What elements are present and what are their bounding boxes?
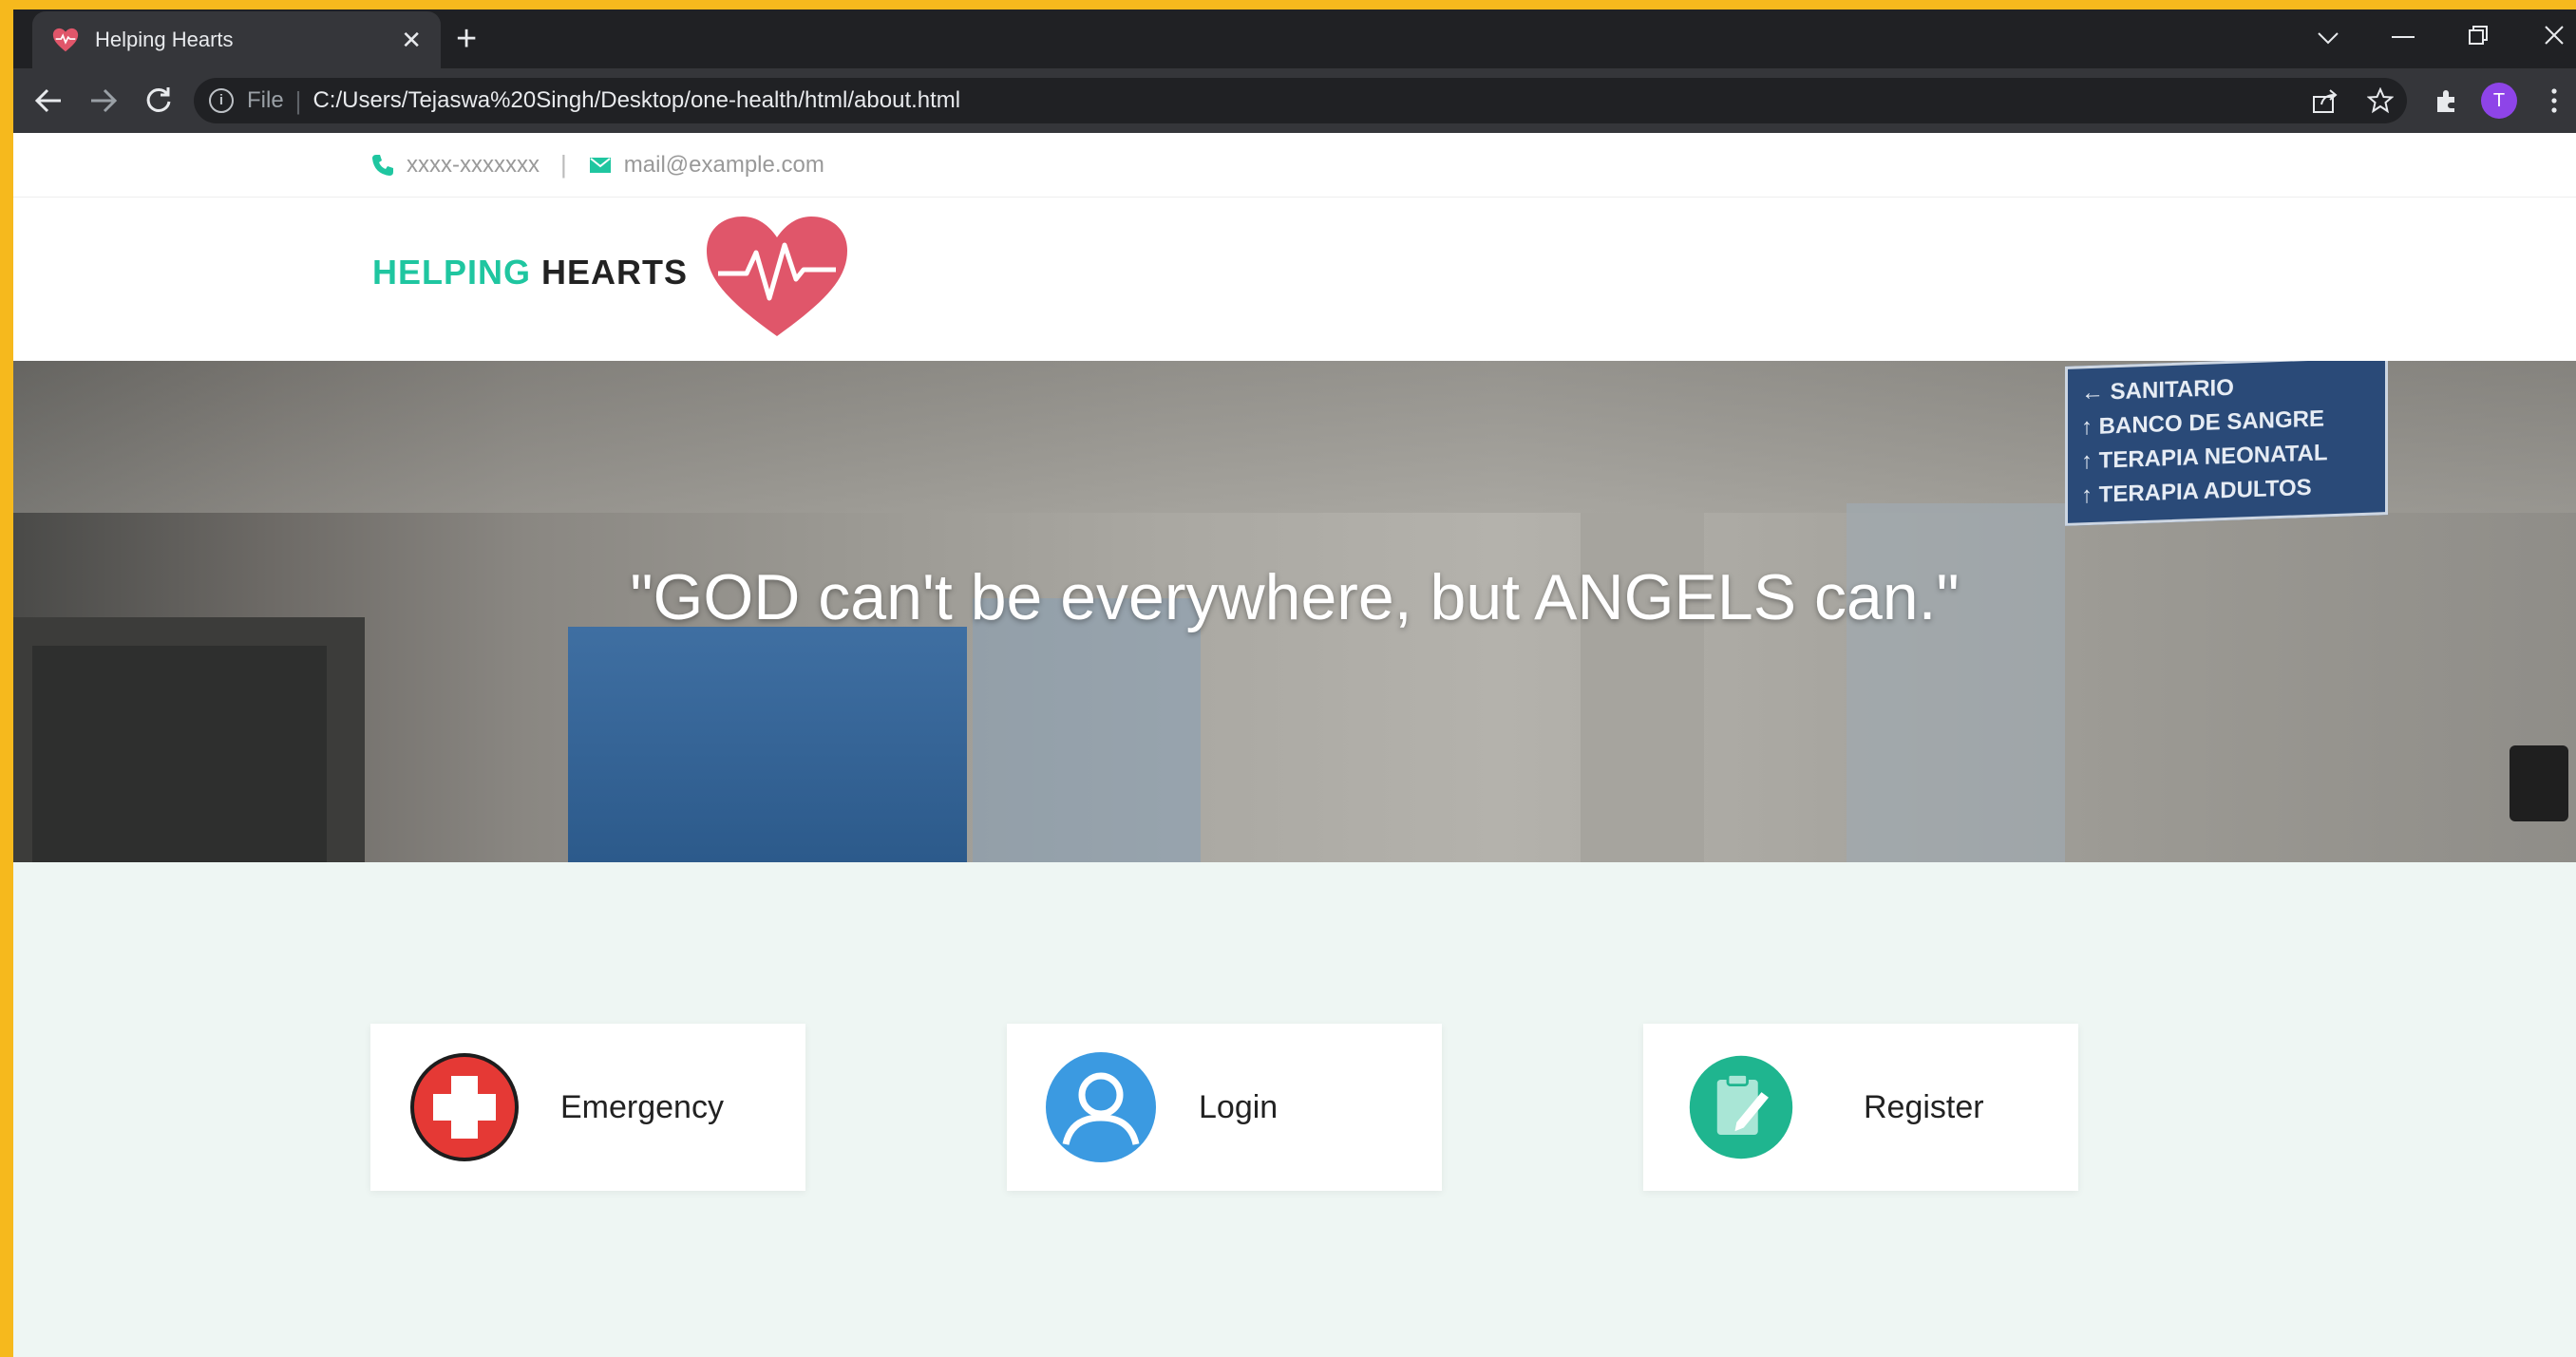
clipboard-edit-icon: [1689, 1055, 1793, 1159]
address-bar[interactable]: i File | C:/Users/Tejaswa%20Singh/Deskto…: [194, 78, 2407, 123]
phone-number[interactable]: xxxx-xxxxxxx: [407, 152, 540, 179]
brand-part-hearts: HEARTS: [531, 253, 689, 292]
brand-part-helping: HELPING: [372, 253, 532, 292]
login-card[interactable]: Login: [1007, 1024, 1442, 1191]
star-icon[interactable]: [2367, 87, 2394, 114]
emergency-cross-icon: [410, 1053, 519, 1161]
tab-close-icon[interactable]: ✕: [401, 28, 422, 52]
hero-window: [1847, 503, 2065, 862]
hero-door-inner: [32, 646, 327, 862]
hero-glass: [973, 598, 1201, 862]
browser-tab[interactable]: Helping Hearts ✕: [32, 11, 441, 68]
extensions-icon[interactable]: [2434, 87, 2460, 114]
hero-quote: "GOD can't be everywhere, but ANGELS can…: [630, 561, 1960, 633]
chevron-down-icon[interactable]: [2316, 28, 2340, 47]
brand-name[interactable]: HELPING HEARTS: [372, 253, 688, 292]
tab-strip: Helping Hearts ✕ +: [13, 9, 2576, 68]
sign-line-text: TERAPIA ADULTOS: [2098, 474, 2312, 508]
register-label: Register: [1864, 1088, 1984, 1125]
tab-title: Helping Hearts: [95, 28, 234, 51]
contact-bar: xxxx-xxxxxxx | mail@example.com: [13, 133, 2576, 198]
url-text[interactable]: C:/Users/Tejaswa%20Singh/Desktop/one-hea…: [313, 87, 960, 114]
profile-avatar[interactable]: T: [2481, 83, 2517, 119]
new-tab-button[interactable]: +: [456, 21, 477, 57]
mail-icon: [589, 157, 611, 173]
contact-separator: |: [560, 150, 567, 179]
heart-favicon-icon: [52, 28, 79, 52]
email-address[interactable]: mail@example.com: [624, 152, 824, 179]
sign-line-text: BANCO DE SANGRE: [2098, 405, 2325, 440]
user-icon: [1046, 1052, 1156, 1162]
menu-icon[interactable]: [2549, 87, 2559, 114]
hospital-sign: ← SANITARIO ↑ BANCO DE SANGRE ↑ TERAPIA …: [2065, 361, 2388, 526]
web-page: xxxx-xxxxxxx | mail@example.com HELPING …: [13, 133, 2576, 1357]
register-card[interactable]: Register: [1643, 1024, 2078, 1191]
share-icon[interactable]: [2312, 89, 2339, 114]
close-icon[interactable]: [2544, 25, 2565, 46]
back-arrow-icon[interactable]: [34, 87, 63, 114]
url-separator: |: [294, 85, 302, 115]
hero-blue-wall: [568, 627, 967, 862]
emergency-card[interactable]: Emergency: [370, 1024, 805, 1191]
info-icon[interactable]: i: [209, 88, 234, 113]
minimize-icon[interactable]: [2392, 34, 2415, 40]
sign-line-text: SANITARIO: [2110, 374, 2234, 405]
sign-line-text: TERAPIA NEONATAL: [2098, 440, 2328, 474]
heartbeat-logo-icon[interactable]: [701, 211, 853, 344]
login-label: Login: [1199, 1088, 1279, 1125]
site-header: HELPING HEARTS: [13, 198, 2576, 361]
phone-icon: [372, 154, 393, 176]
wall-panel: [2510, 745, 2568, 821]
hero-banner: ← SANITARIO ↑ BANCO DE SANGRE ↑ TERAPIA …: [13, 361, 2576, 862]
reload-icon[interactable]: [144, 85, 173, 114]
browser-toolbar: i File | C:/Users/Tejaswa%20Singh/Deskto…: [13, 68, 2576, 133]
forward-arrow-icon[interactable]: [89, 87, 118, 114]
restore-icon[interactable]: [2468, 25, 2489, 46]
browser-window: Helping Hearts ✕ + i File | C:/Users/Tej…: [13, 9, 2576, 1357]
emergency-label: Emergency: [560, 1088, 724, 1125]
url-scheme: File: [247, 87, 284, 113]
